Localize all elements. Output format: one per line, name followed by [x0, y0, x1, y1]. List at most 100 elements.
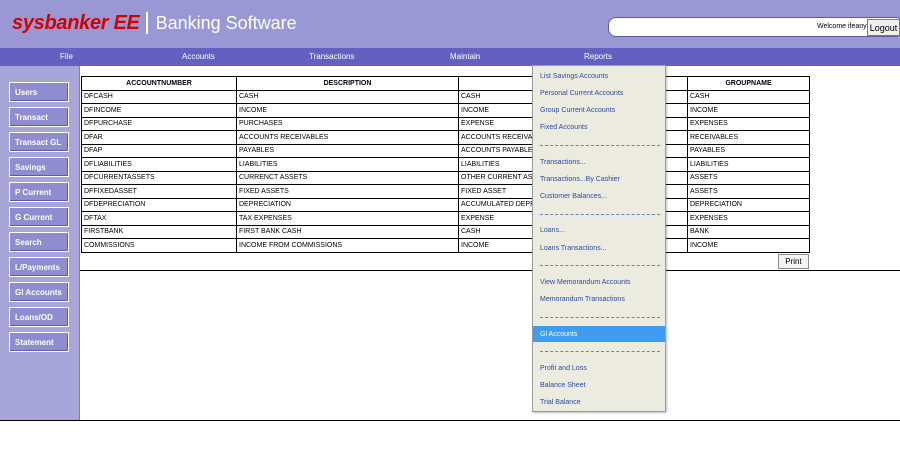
cell-description: CURRENCT ASSETS: [236, 170, 459, 185]
table-row: DFFIXEDASSET FIXED ASSETS FIXED ASSET ASSET…: [81, 184, 810, 199]
cell-accountnumber: DFCASH: [81, 89, 237, 104]
cell-accountnumber: DFPURCHASE: [81, 116, 237, 131]
menu-item-trial-balance[interactable]: Trial Balance: [533, 395, 665, 411]
table-row: DFLIABILITIES LIABILITIES LIABILITIES LIABI…: [81, 157, 810, 172]
cell-description: ACCOUNTS RECEIVABLES: [236, 130, 459, 145]
menu-separator: [540, 351, 660, 353]
cell-description: FIRST BANK CASH: [236, 224, 459, 239]
cell-groupname: DEPRECIATION: [687, 197, 810, 212]
footer-divider: [0, 420, 900, 421]
brand-logo: sysbanker EE Banking Software: [12, 9, 297, 37]
logout-button[interactable]: Logout: [867, 19, 900, 36]
sidebar-item-search[interactable]: Search: [9, 232, 69, 252]
column-header-description: DESCRIPTION: [236, 76, 459, 91]
cell-accountnumber: DFLIABILITIES: [81, 157, 237, 172]
menu-item-loans-transactions[interactable]: Loans Transactions...: [533, 240, 665, 256]
cell-groupname: EXPENSES: [687, 116, 810, 131]
print-button[interactable]: Print: [778, 254, 809, 269]
brand-name: sysbanker EE: [12, 11, 140, 34]
table-row: DFPURCHASE PURCHASES EXPENSE EXPENSES: [81, 116, 810, 131]
menu-item-transactions[interactable]: Transactions...: [533, 154, 665, 170]
menu-item-transactions-by-cashier[interactable]: Transactions...By Cashier: [533, 171, 665, 187]
cell-groupname: PAYABLES: [687, 143, 810, 158]
cell-accountnumber: DFAP: [81, 143, 237, 158]
menu-item-gl-accounts[interactable]: Gl Accounts: [533, 326, 665, 342]
table-header-row: ACCOUNTNUMBER DESCRIPTION GROUPNAME: [81, 76, 810, 91]
gl-accounts-table: ACCOUNTNUMBER DESCRIPTION GROUPNAME DFCA…: [81, 76, 810, 253]
cell-groupname: ASSETS: [687, 184, 810, 199]
menu-item-loans[interactable]: Loans...: [533, 223, 665, 239]
sidebar-item-savings[interactable]: Savings: [9, 157, 69, 177]
brand-subtitle: Banking Software: [155, 12, 297, 33]
menu-item-fixed-accounts[interactable]: Fixed Accounts: [533, 120, 665, 136]
table-row: DFAR ACCOUNTS RECEIVABLES ACCOUNTS RECEIVA…: [81, 130, 810, 145]
brand-divider: [145, 12, 148, 34]
cell-accountnumber: FIRSTBANK: [81, 224, 237, 239]
menu-separator: [540, 144, 660, 146]
nav-reports[interactable]: Reports: [584, 52, 612, 61]
cell-accountnumber: DFAR: [81, 130, 237, 145]
cell-description: CASH: [236, 89, 459, 104]
cell-description: PURCHASES: [236, 116, 459, 131]
cell-groupname: INCOME: [687, 238, 810, 253]
menu-item-profit-and-loss[interactable]: Profit and Loss: [533, 360, 665, 376]
welcome-text: Welcome ifeanyi: [817, 23, 869, 30]
cell-groupname: BANK: [687, 224, 810, 239]
menu-item-list-savings-accounts[interactable]: List Savings Accounts: [533, 68, 665, 84]
nav-accounts[interactable]: Accounts: [182, 52, 215, 61]
table-row: DFCASH CASH CASH CASH: [81, 89, 810, 104]
menu-item-view-memorandum-accounts[interactable]: View Memorandum Accounts: [533, 274, 665, 290]
cell-groupname: LIABILITIES: [687, 157, 810, 172]
sidebar: Users Transact Transact GL Savings P Cur…: [0, 66, 80, 421]
cell-groupname: CASH: [687, 89, 810, 104]
sidebar-item-transact-gl[interactable]: Transact GL: [9, 132, 69, 152]
sidebar-item-statement[interactable]: Statement: [9, 332, 69, 352]
menu-separator: [540, 316, 660, 318]
cell-accountnumber: COMMISSIONS: [81, 238, 237, 253]
sidebar-item-p-current[interactable]: P Current: [9, 182, 69, 202]
cell-accountnumber: DFCURRENTASSETS: [81, 170, 237, 185]
app-root: sysbanker EE Banking Software Welcome if…: [0, 0, 900, 450]
cell-description: DEPRECIATION: [236, 197, 459, 212]
table-row: DFTAX TAX EXPENSES EXPENSE EXPENSES: [81, 211, 810, 226]
cell-description: INCOME: [236, 103, 459, 118]
menu-separator: [540, 265, 660, 267]
sidebar-item-gl-accounts[interactable]: Gl Accounts: [9, 282, 69, 302]
table-row: DFCURRENTASSETS CURRENCT ASSETS OTHER CURR…: [81, 170, 810, 185]
table-row: COMMISSIONS INCOME FROM COMMISSIONS INCOME…: [81, 238, 810, 253]
column-header-groupname: GROUPNAME: [687, 76, 810, 91]
cell-description: TAX EXPENSES: [236, 211, 459, 226]
sidebar-item-g-current[interactable]: G Current: [9, 207, 69, 227]
cell-accountnumber: DFINCOME: [81, 103, 237, 118]
menu-separator: [540, 213, 660, 215]
nav-file[interactable]: File: [60, 52, 73, 61]
cell-description: PAYABLES: [236, 143, 459, 158]
cell-accountnumber: DFTAX: [81, 211, 237, 226]
cell-groupname: ASSETS: [687, 170, 810, 185]
table-row: DFDEPRECIATION DEPRECIATION ACCUMULATED DE…: [81, 197, 810, 212]
cell-groupname: EXPENSES: [687, 211, 810, 226]
menu-item-personal-current-accounts[interactable]: Personal Current Accounts: [533, 85, 665, 101]
sidebar-item-users[interactable]: Users: [9, 82, 69, 102]
sidebar-item-loans-od[interactable]: Loans/OD: [9, 307, 69, 327]
cell-accountnumber: DFFIXEDASSET: [81, 184, 237, 199]
sidebar-item-transact[interactable]: Transact: [9, 107, 69, 127]
column-header-accountnumber: ACCOUNTNUMBER: [81, 76, 237, 91]
menu-item-memorandum-transactions[interactable]: Memorandum Transactions: [533, 292, 665, 308]
sidebar-item-l-payments[interactable]: L/Payments: [9, 257, 69, 277]
nav-transactions[interactable]: Transactions: [309, 52, 355, 61]
table-row: FIRSTBANK FIRST BANK CASH CASH BANK: [81, 224, 810, 239]
main-nav: File Accounts Transactions Maintain Repo…: [0, 48, 900, 66]
app-header: sysbanker EE Banking Software Welcome if…: [0, 0, 900, 48]
cell-description: LIABILITIES: [236, 157, 459, 172]
nav-maintain[interactable]: Maintain: [450, 52, 480, 61]
cell-description: FIXED ASSETS: [236, 184, 459, 199]
table-row: DFAP PAYABLES ACCOUNTS PAYABLE PAYABLES: [81, 143, 810, 158]
content-divider: [80, 270, 900, 271]
cell-description: INCOME FROM COMMISSIONS: [236, 238, 459, 253]
menu-item-balance-sheet[interactable]: Balance Sheet: [533, 378, 665, 394]
table-body: DFCASH CASH CASH CASH DFINCOME INCOME INCOME IN…: [81, 89, 810, 253]
cell-accountnumber: DFDEPRECIATION: [81, 197, 237, 212]
menu-item-customer-balances[interactable]: Customer Balances...: [533, 188, 665, 204]
menu-item-group-current-accounts[interactable]: Group Current Accounts: [533, 102, 665, 118]
